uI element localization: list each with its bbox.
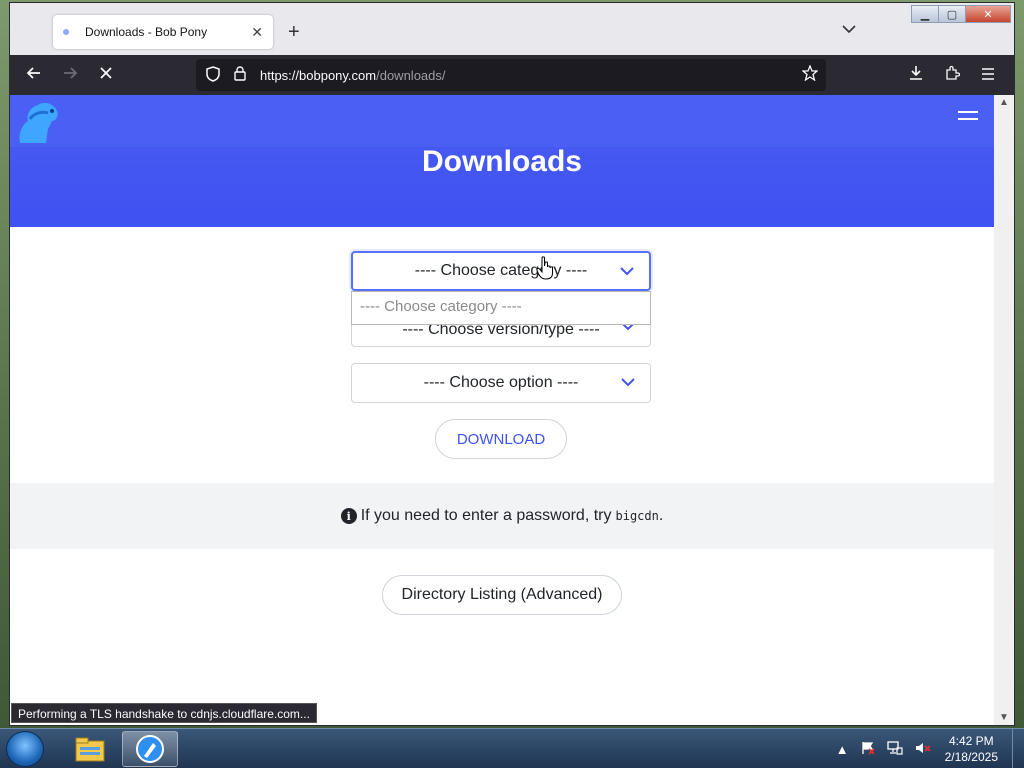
maximize-button[interactable]: ▢ xyxy=(938,5,966,23)
tab-title: Downloads - Bob Pony xyxy=(85,25,208,39)
start-button[interactable] xyxy=(6,731,44,767)
clock-date: 2/18/2025 xyxy=(944,750,998,764)
download-form: ---- Choose category ---- ---- Choose ca… xyxy=(10,227,994,483)
stop-icon[interactable] xyxy=(88,65,124,85)
browser-taskbar-icon[interactable] xyxy=(122,731,178,767)
extensions-icon[interactable] xyxy=(934,65,970,86)
new-tab-button[interactable]: + xyxy=(288,21,300,44)
page-header: Downloads xyxy=(10,95,994,227)
logo-icon[interactable] xyxy=(12,99,62,147)
explorer-taskbar-icon[interactable] xyxy=(62,731,118,767)
download-icon[interactable] xyxy=(898,65,934,86)
chevron-down-icon xyxy=(620,267,634,276)
show-desktop-button[interactable] xyxy=(1012,729,1024,768)
status-bar: Performing a TLS handshake to cdnjs.clou… xyxy=(11,703,317,723)
scroll-up-icon[interactable]: ▲ xyxy=(994,97,1014,108)
tab-downloads[interactable]: Downloads - Bob Pony ✕ xyxy=(53,15,273,49)
page-title: Downloads xyxy=(421,145,582,178)
clock[interactable]: 4:42 PM 2/18/2025 xyxy=(945,733,998,765)
list-tabs-chevron-icon[interactable] xyxy=(842,21,856,37)
toolbar-right xyxy=(898,55,1006,95)
taskbar: ▲ 4:42 PM 2/18/2025 xyxy=(0,728,1024,768)
volume-muted-icon[interactable] xyxy=(915,741,931,758)
clock-time: 4:42 PM xyxy=(948,734,994,748)
action-center-flag-icon[interactable] xyxy=(861,741,875,758)
star-icon[interactable] xyxy=(801,64,819,86)
shield-icon[interactable] xyxy=(206,65,220,85)
show-hidden-icons-icon[interactable]: ▲ xyxy=(836,742,849,757)
menu-icon[interactable] xyxy=(970,65,1006,85)
category-select[interactable]: ---- Choose category ---- xyxy=(351,251,651,291)
url-text: https://bobpony.com/downloads/ xyxy=(260,67,446,83)
category-dropdown-option[interactable]: ---- Choose category ---- xyxy=(351,291,651,325)
url-bar[interactable]: https://bobpony.com/downloads/ xyxy=(196,59,826,91)
minimize-button[interactable]: ▁ xyxy=(911,5,939,23)
password-code: bigcdn xyxy=(615,509,659,523)
forward-arrow-icon[interactable] xyxy=(52,65,88,86)
directory-listing-button[interactable]: Directory Listing (Advanced) xyxy=(382,575,622,615)
browser-window: Downloads - Bob Pony ✕ + ▁ ▢ ✕ https://b… xyxy=(9,2,1015,726)
back-arrow-icon[interactable] xyxy=(16,65,52,86)
password-notice: i If you need to enter a password, try b… xyxy=(10,483,994,549)
nav-toolbar: https://bobpony.com/downloads/ xyxy=(10,55,1014,95)
hamburger-icon[interactable] xyxy=(958,111,978,125)
tab-close-icon[interactable]: ✕ xyxy=(251,24,263,41)
lock-icon[interactable] xyxy=(234,66,246,84)
scroll-down-icon[interactable]: ▼ xyxy=(994,712,1014,723)
favicon-icon xyxy=(63,29,69,35)
hand-cursor-icon xyxy=(536,256,553,280)
window-controls: ▁ ▢ ✕ xyxy=(911,5,1011,23)
network-icon[interactable] xyxy=(886,740,903,758)
vertical-scrollbar[interactable]: ▲ ▼ xyxy=(994,95,1014,725)
page-content: Downloads ---- Choose category ---- ----… xyxy=(10,95,994,725)
option-select[interactable]: ---- Choose option ---- xyxy=(351,363,651,403)
close-window-button[interactable]: ✕ xyxy=(965,5,1011,23)
system-tray: ▲ 4:42 PM 2/18/2025 xyxy=(830,729,1024,768)
lower-section: Directory Listing (Advanced) xyxy=(10,549,994,725)
tab-strip: Downloads - Bob Pony ✕ + xyxy=(10,3,1014,55)
chevron-down-icon xyxy=(621,378,635,387)
download-button[interactable]: DOWNLOAD xyxy=(435,419,567,459)
info-icon: i xyxy=(340,508,357,524)
